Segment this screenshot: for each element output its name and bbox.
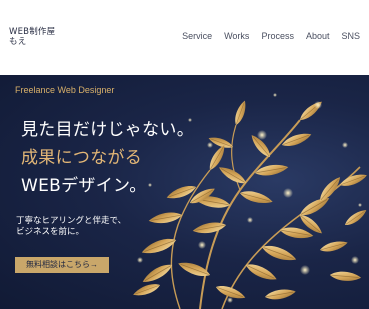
nav-link-process[interactable]: Process <box>261 31 294 41</box>
site-header: WEB制作屋 もえ Service Works Process About SN… <box>0 0 369 75</box>
headline-line1: 見た目だけじゃない。 <box>21 120 194 140</box>
sub-line1: 丁寧なヒアリングと伴走で、 <box>16 216 127 226</box>
headline-line2: 成果につながる <box>21 148 143 168</box>
logo-line2: もえ <box>9 37 27 47</box>
main-nav: Service Works Process About SNS <box>182 31 360 41</box>
nav-link-works[interactable]: Works <box>224 31 249 41</box>
hero-subtext: 丁寧なヒアリングと伴走で、 ビジネスを前に。 <box>16 216 126 238</box>
logo-line1: WEB制作屋 <box>9 27 56 37</box>
hero-section: Freelance Web Designer 見た目だけじゃない。 成果につなが… <box>0 75 369 309</box>
nav-link-service[interactable]: Service <box>182 31 212 41</box>
sub-line2: ビジネスを前に。 <box>16 227 85 237</box>
free-consultation-button[interactable]: 無料相談はこちら→ <box>15 257 109 273</box>
headline-line3: WEBデザイン。 <box>21 176 147 196</box>
site-logo[interactable]: WEB制作屋 もえ <box>9 27 55 47</box>
hero-headline: 見た目だけじゃない。 成果につながる WEBデザイン。 <box>21 116 194 200</box>
hero-tagline: Freelance Web Designer <box>15 85 115 95</box>
nav-link-sns[interactable]: SNS <box>341 31 360 41</box>
nav-link-about[interactable]: About <box>306 31 330 41</box>
